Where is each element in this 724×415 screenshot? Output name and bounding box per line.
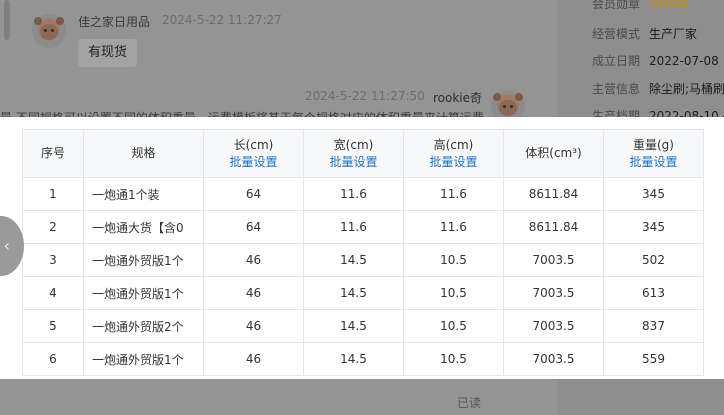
cell-spec: 一炮通外贸版1个 xyxy=(83,243,204,277)
spec-table: 序号 规格 长(cm) 批量设置 宽(cm) 批量设置 高(cm) 批量设置 体… xyxy=(22,129,704,376)
cell-volume: 7003.5 xyxy=(503,309,604,343)
cell-spec: 一炮通1个装 xyxy=(83,177,204,211)
cell-length: 46 xyxy=(203,309,304,343)
cell-index: 2 xyxy=(22,210,84,244)
chat-scrollbar[interactable] xyxy=(4,0,10,40)
cell-width: 14.5 xyxy=(303,243,404,277)
cell-width: 14.5 xyxy=(303,276,404,310)
cell-length: 46 xyxy=(203,243,304,277)
table-row: 1 一炮通1个装 64 11.6 11.6 8611.84 345 xyxy=(22,177,704,211)
shop-info-medal: 会员勋章 ✪✪✪✪ xyxy=(592,0,689,12)
header-weight: 重量(g) 批量设置 xyxy=(603,129,704,178)
header-width: 宽(cm) 批量设置 xyxy=(303,129,404,178)
cell-width: 11.6 xyxy=(303,177,404,211)
cell-length: 64 xyxy=(203,177,304,211)
cell-spec: 一炮通外贸版1个 xyxy=(83,276,204,310)
cell-volume: 8611.84 xyxy=(503,210,604,244)
cell-height: 10.5 xyxy=(403,309,504,343)
cell-spec: 一炮通外贸版1个 xyxy=(83,342,204,376)
batch-set-width-link[interactable]: 批量设置 xyxy=(305,154,403,171)
header-length: 长(cm) 批量设置 xyxy=(203,129,304,178)
table-row: 3 一炮通外贸版1个 46 14.5 10.5 7003.5 502 xyxy=(22,243,704,277)
cell-weight: 559 xyxy=(603,342,704,376)
cell-volume: 7003.5 xyxy=(503,342,604,376)
medal-stars-icon: ✪✪✪✪ xyxy=(649,0,690,11)
table-row: 6 一炮通外贸版1个 46 14.5 10.5 7003.5 559 xyxy=(22,342,704,376)
cell-volume: 7003.5 xyxy=(503,243,604,277)
cell-index: 6 xyxy=(22,342,84,376)
seller-name: 佳之家日用品 xyxy=(78,15,151,29)
table-row: 5 一炮通外贸版2个 46 14.5 10.5 7003.5 837 xyxy=(22,309,704,343)
cell-index: 5 xyxy=(22,309,84,343)
cell-length: 46 xyxy=(203,342,304,376)
cell-index: 3 xyxy=(22,243,84,277)
header-index: 序号 xyxy=(22,129,84,178)
header-spec: 规格 xyxy=(83,129,204,178)
cell-weight: 345 xyxy=(603,177,704,211)
cell-height: 11.6 xyxy=(403,177,504,211)
cell-weight: 613 xyxy=(603,276,704,310)
cell-width: 14.5 xyxy=(303,309,404,343)
message-time: 2024-5-22 11:27:27 xyxy=(162,13,282,27)
message-bubble: 有现货 xyxy=(78,39,138,67)
message-time: 2024-5-22 11:27:50 xyxy=(305,89,425,103)
table-row: 4 一炮通外贸版1个 46 14.5 10.5 7003.5 613 xyxy=(22,276,704,310)
cell-index: 4 xyxy=(22,276,84,310)
cell-height: 11.6 xyxy=(403,210,504,244)
cell-height: 10.5 xyxy=(403,276,504,310)
batch-set-height-link[interactable]: 批量设置 xyxy=(405,154,503,171)
cell-length: 46 xyxy=(203,276,304,310)
seller-avatar xyxy=(32,14,66,48)
batch-set-weight-link[interactable]: 批量设置 xyxy=(605,154,703,171)
cell-weight: 837 xyxy=(603,309,704,343)
table-header-row: 序号 规格 长(cm) 批量设置 宽(cm) 批量设置 高(cm) 批量设置 体… xyxy=(22,129,704,178)
spec-table-panel: 序号 规格 长(cm) 批量设置 宽(cm) 批量设置 高(cm) 批量设置 体… xyxy=(0,117,724,379)
cell-index: 1 xyxy=(22,177,84,211)
cell-width: 14.5 xyxy=(303,342,404,376)
header-volume: 体积(cm³) xyxy=(503,129,604,178)
cell-weight: 502 xyxy=(603,243,704,277)
header-height: 高(cm) 批量设置 xyxy=(403,129,504,178)
cell-weight: 345 xyxy=(603,210,704,244)
cell-width: 11.6 xyxy=(303,210,404,244)
cell-height: 10.5 xyxy=(403,243,504,277)
chevron-left-icon: ‹ xyxy=(3,236,10,255)
shop-info-row: 成立日期 2022-07-08 xyxy=(592,54,719,68)
cell-spec: 一炮通外贸版2个 xyxy=(83,309,204,343)
read-status: 已读 xyxy=(457,396,482,410)
cell-height: 10.5 xyxy=(403,342,504,376)
cell-volume: 8611.84 xyxy=(503,177,604,211)
table-row: 2 一炮通大货【含0 64 11.6 11.6 8611.84 345 xyxy=(22,210,704,244)
cell-length: 64 xyxy=(203,210,304,244)
cell-spec: 一炮通大货【含0 xyxy=(83,210,204,244)
batch-set-length-link[interactable]: 批量设置 xyxy=(205,154,303,171)
shop-info-row: 主营信息 除尘刷;马桶刷 xyxy=(592,82,724,96)
user-name: rookie奇 xyxy=(433,91,483,105)
shop-info-row: 经营模式 生产厂家 xyxy=(592,27,698,41)
cell-volume: 7003.5 xyxy=(503,276,604,310)
